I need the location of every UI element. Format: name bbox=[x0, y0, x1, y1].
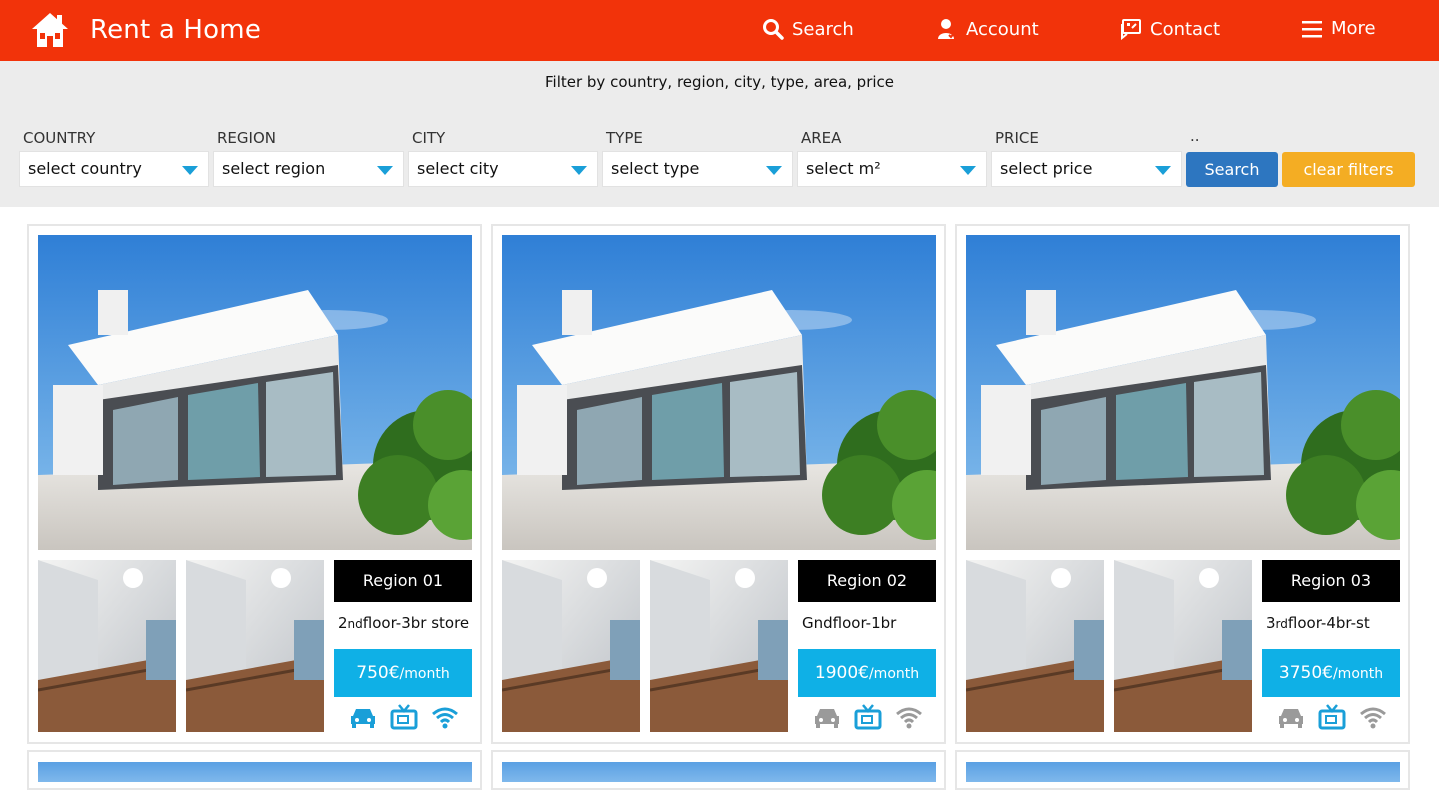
tv-icon bbox=[390, 704, 418, 730]
user-icon bbox=[938, 19, 956, 39]
listing-main-photo[interactable] bbox=[502, 235, 936, 550]
listing-desc-text: 2 bbox=[338, 614, 348, 632]
area-select-value: select m² bbox=[806, 159, 881, 178]
listing-price-period: /month bbox=[868, 666, 920, 682]
listing-main-photo[interactable] bbox=[966, 762, 1400, 782]
contact-icon bbox=[1121, 19, 1141, 40]
listing-description: 3rdfloor-4br-st bbox=[1266, 614, 1416, 632]
filter-search-button[interactable]: Search bbox=[1186, 152, 1278, 187]
listing-thumb-photo[interactable] bbox=[186, 560, 324, 732]
listing-thumb-photo[interactable] bbox=[1114, 560, 1252, 732]
listing-description: 2ndfloor-3br store bbox=[338, 614, 488, 632]
city-select[interactable]: select city bbox=[408, 151, 598, 187]
city-select-value: select city bbox=[417, 159, 499, 178]
filter-label-country: COUNTRY bbox=[23, 129, 96, 147]
listing-main-photo[interactable] bbox=[38, 762, 472, 782]
brand-name: Rent a Home bbox=[90, 15, 262, 45]
filter-extra-label: .. bbox=[1190, 127, 1200, 145]
nav-account[interactable]: Account bbox=[936, 18, 1039, 40]
tv-icon bbox=[1318, 704, 1346, 730]
listing-desc-text: floor-3br store bbox=[362, 614, 470, 632]
type-select-value: select type bbox=[611, 159, 700, 178]
listing-thumb-photo[interactable] bbox=[650, 560, 788, 732]
listing-card[interactable] bbox=[491, 750, 946, 790]
listing-price-amount: 1900€ bbox=[814, 663, 869, 683]
listing-thumb-photo[interactable] bbox=[502, 560, 640, 732]
chevron-down-icon bbox=[571, 166, 587, 175]
clear-filters-button[interactable]: clear filters bbox=[1282, 152, 1415, 187]
listing-price-period: /month bbox=[399, 666, 450, 682]
brand-logo[interactable]: Rent a Home bbox=[30, 11, 261, 49]
menu-icon bbox=[1302, 20, 1322, 37]
chevron-down-icon bbox=[960, 166, 976, 175]
nav-contact-label: Contact bbox=[1150, 18, 1221, 40]
listing-main-photo[interactable] bbox=[966, 235, 1400, 550]
listing-price-amount: 3750€ bbox=[1278, 663, 1333, 683]
filter-label-price: PRICE bbox=[995, 129, 1039, 147]
listing-region-label: Region 03 bbox=[1262, 560, 1400, 602]
price-select[interactable]: select price bbox=[991, 151, 1182, 187]
tv-icon bbox=[854, 704, 882, 730]
listing-card[interactable] bbox=[27, 750, 482, 790]
filter-title: Filter by country, region, city, type, a… bbox=[544, 73, 895, 91]
filter-label-type: TYPE bbox=[606, 129, 643, 147]
type-select[interactable]: select type bbox=[602, 151, 793, 187]
listing-desc-text: 3 bbox=[1266, 614, 1276, 632]
wifi-icon bbox=[1360, 707, 1386, 729]
listing-main-photo[interactable] bbox=[38, 235, 472, 550]
listing-thumb-photo[interactable] bbox=[38, 560, 176, 732]
wifi-icon bbox=[432, 707, 458, 729]
home-icon bbox=[32, 13, 68, 47]
listing-region-label: Region 01 bbox=[334, 560, 472, 602]
listing-card[interactable]: Region 02 Gndfloor-1br 1900€/month bbox=[491, 224, 946, 744]
listing-card[interactable] bbox=[955, 750, 1410, 790]
listing-card[interactable]: Region 03 3rdfloor-4br-st 3750€/month bbox=[955, 224, 1410, 744]
chevron-down-icon bbox=[766, 166, 782, 175]
wifi-icon bbox=[896, 707, 922, 729]
parking-icon bbox=[815, 709, 839, 728]
listing-main-photo[interactable] bbox=[502, 762, 936, 782]
listing-desc-suffix: rd bbox=[1275, 617, 1288, 631]
chevron-down-icon bbox=[1155, 166, 1171, 175]
nav-more-label: More bbox=[1331, 18, 1376, 39]
nav-search-label: Search bbox=[792, 18, 854, 40]
chevron-down-icon bbox=[377, 166, 393, 175]
parking-icon bbox=[1279, 709, 1303, 728]
region-select[interactable]: select region bbox=[213, 151, 404, 187]
country-select-value: select country bbox=[28, 159, 142, 178]
top-navbar: Rent a Home Search Account Contact More bbox=[0, 0, 1439, 61]
listing-region-label: Region 02 bbox=[798, 560, 936, 602]
parking-icon bbox=[351, 709, 375, 728]
price-select-value: select price bbox=[1000, 159, 1093, 178]
area-select[interactable]: select m² bbox=[797, 151, 987, 187]
listing-price-amount: 750€ bbox=[356, 663, 400, 683]
nav-search[interactable]: Search bbox=[762, 18, 854, 40]
listing-price: 1900€/month bbox=[798, 649, 936, 697]
region-select-value: select region bbox=[222, 159, 326, 178]
filter-label-city: CITY bbox=[412, 129, 446, 147]
country-select[interactable]: select country bbox=[19, 151, 209, 187]
chevron-down-icon bbox=[182, 166, 198, 175]
listing-card[interactable]: Region 01 2ndfloor-3br store 750€/month bbox=[27, 224, 482, 744]
filter-panel: Filter by country, region, city, type, a… bbox=[0, 61, 1439, 207]
listing-thumb-photo[interactable] bbox=[966, 560, 1104, 732]
listing-price: 750€/month bbox=[334, 649, 472, 697]
filter-label-region: REGION bbox=[217, 129, 276, 147]
listing-price-period: /month bbox=[1332, 666, 1384, 682]
nav-contact[interactable]: Contact bbox=[1120, 18, 1220, 40]
nav-more[interactable]: More bbox=[1301, 18, 1376, 39]
listing-desc-text: Gndfloor-1br bbox=[802, 614, 897, 632]
listing-description: Gndfloor-1br bbox=[802, 614, 952, 632]
search-icon bbox=[763, 19, 784, 40]
filter-label-area: AREA bbox=[801, 129, 842, 147]
listing-desc-suffix: nd bbox=[347, 617, 363, 631]
listing-price: 3750€/month bbox=[1262, 649, 1400, 697]
listing-desc-text: floor-4br-st bbox=[1287, 614, 1370, 632]
nav-account-label: Account bbox=[966, 18, 1039, 40]
